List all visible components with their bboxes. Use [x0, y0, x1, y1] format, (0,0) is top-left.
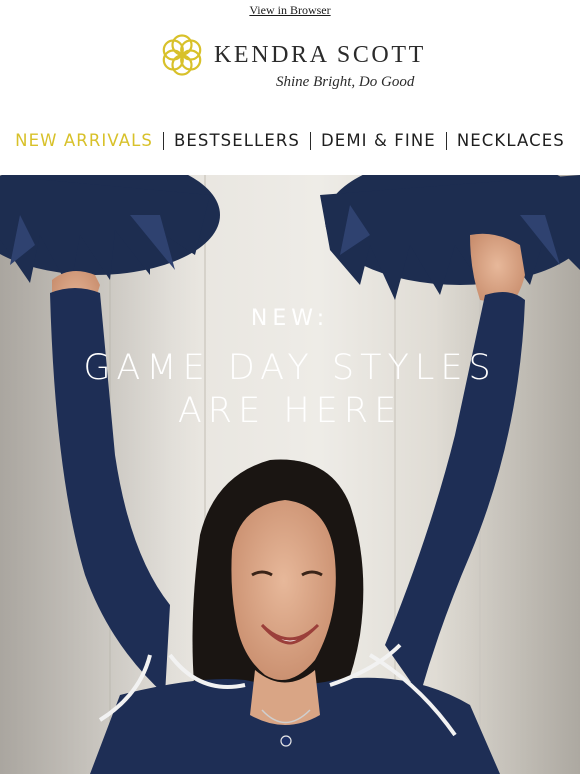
nav-new-arrivals[interactable]: NEW ARRIVALS [15, 130, 153, 152]
brand-tagline: Shine Bright, Do Good [276, 74, 415, 90]
hero-title-line-1: GAME DAY STYLES [83, 348, 497, 388]
nav-demi-and-fine[interactable]: DEMI & FINE [321, 130, 436, 152]
hero-banner[interactable]: NEW: GAME DAY STYLES ARE HERE [0, 175, 580, 774]
nav-bestsellers[interactable]: BESTSELLERS [174, 130, 300, 152]
nav-divider [310, 132, 311, 150]
hero-title-line-2: ARE HERE [177, 391, 403, 431]
nav-divider [445, 132, 447, 150]
view-in-browser-link[interactable]: View in Browser [249, 1, 330, 19]
nav-divider [162, 132, 164, 150]
category-nav: NEW ARRIVALS BESTSELLERS DEMI & FINE NECKLA… [0, 130, 580, 154]
nav-necklaces[interactable]: NECKLACES [457, 130, 565, 152]
preheader-bar: View in Browser [0, 0, 580, 20]
brand-name: KENDRA SCOTT [214, 42, 426, 68]
hero-kicker: NEW: [250, 306, 330, 331]
hero-title: GAME DAY STYLES ARE HERE [0, 347, 580, 433]
kendra-scott-flower-logo-icon [162, 34, 202, 76]
hero-photo [0, 175, 580, 774]
brand-header[interactable]: KENDRA SCOTT Shine Bright, Do Good [159, 32, 423, 100]
